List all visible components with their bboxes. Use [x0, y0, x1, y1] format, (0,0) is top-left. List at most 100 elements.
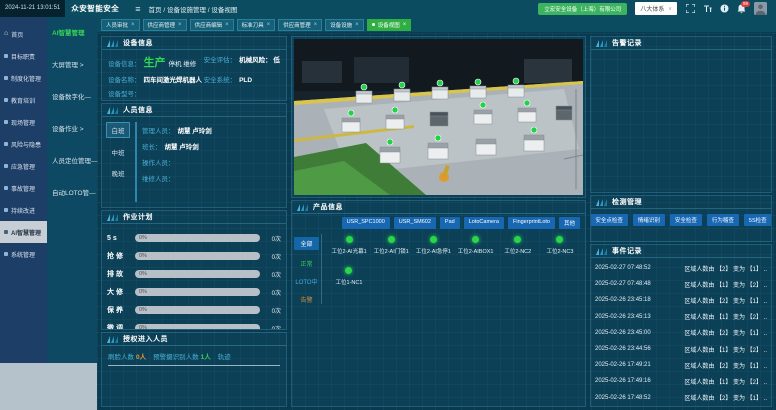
submenu-item-ai-smart-mgmt[interactable]: AI智慧管理 [47, 27, 97, 59]
panel-header: 人员信息 [102, 104, 286, 116]
company-badge: 立宏安全设备（上海）有限公司 [538, 3, 627, 15]
event-row[interactable]: 2025-02-26 23:45:18区域人数由 【2】 变为 【1】 .. [595, 292, 767, 308]
button-lotocamera[interactable]: LotoCamera [464, 217, 504, 229]
tab-supplier-mgmt-1[interactable]: 供应商管理× [143, 19, 187, 31]
tab-close-icon[interactable]: × [178, 22, 182, 28]
sidebar-item-accidents[interactable]: 事故管理 [0, 177, 47, 199]
button-usr-spc1000[interactable]: USR_SPC1000 [342, 217, 390, 229]
fullscreen-icon[interactable] [686, 4, 695, 13]
tab-close-icon[interactable]: × [403, 22, 407, 28]
menu-bullet-icon [4, 164, 8, 168]
tab-device-facility[interactable]: 设备设施× [325, 19, 364, 31]
filter-loto[interactable]: LOTO中 [295, 277, 317, 286]
progress-count: 0次 [265, 252, 281, 261]
event-text: 区域人数由 【2】 变为 【1】 .. [684, 264, 767, 273]
shift-middle-button[interactable]: 中班 [106, 145, 130, 159]
sidebar-footer-panel [0, 363, 97, 410]
button-5s-check[interactable]: 5S检查 [744, 214, 771, 226]
trajectory-link[interactable]: 轨迹 [218, 351, 231, 361]
event-row[interactable]: 2025-02-26 17:49:21区域人数由 【2】 变为 【1】 .. [595, 357, 767, 373]
filter-all[interactable]: 全部 [294, 237, 318, 250]
device-item[interactable]: 工位2-NC3 [539, 236, 581, 255]
submenu-item-personnel-location[interactable]: 人员定位管理— [47, 155, 97, 187]
shift-day-button[interactable]: 白班 [106, 122, 130, 138]
tab-close-icon[interactable]: × [267, 22, 271, 28]
button-emotion-recognition[interactable]: 情绪识别 [633, 214, 665, 226]
submenu-item-bigscreen[interactable]: 大屏管理 > [47, 59, 97, 91]
status-dot-green-icon [346, 236, 353, 243]
button-pad[interactable]: Pad [440, 217, 460, 229]
device-status-extra: 停机 维修 [169, 58, 197, 68]
personnel-value: 胡慧 卢玲剑 [165, 141, 199, 151]
progress-percent: 0% [139, 235, 147, 241]
sidebar-item-targets[interactable]: 目标职责 [0, 45, 47, 67]
event-row[interactable]: 2025-02-26 23:45:00区域人数由 【2】 变为 【1】 .. [595, 325, 767, 341]
tab-close-icon[interactable]: × [314, 22, 318, 28]
tab-personnel-approval[interactable]: 人员审批× [101, 19, 140, 31]
factory-3d-view[interactable] [294, 39, 583, 195]
device-item[interactable]: 工位2-AI门锁1 [370, 236, 412, 255]
button-other[interactable]: 其他 [559, 217, 580, 229]
submenu-item-device-digital[interactable]: 设备数字化— [47, 91, 97, 123]
sidebar-item-ai-smart-mgmt[interactable]: AI智慧管理 [0, 221, 47, 243]
safety-system-value: PLD [239, 77, 252, 84]
tab-device-view-active[interactable]: 设备视图× [367, 19, 412, 31]
personnel-label: 维修人员： [142, 173, 175, 183]
shift-night-button[interactable]: 晚班 [106, 166, 130, 180]
breadcrumb[interactable]: 首页 / 设备设施管理 / 设备视图 [149, 4, 238, 14]
sidebar-item-institutional[interactable]: 制度化管理 [0, 67, 47, 89]
event-row[interactable]: 2025-02-26 23:45:13区域人数由 【1】 变为 【2】 .. [595, 309, 767, 325]
event-row[interactable]: 2025-02-26 17:49:16区域人数由 【1】 变为 【2】 .. [595, 373, 767, 389]
info-icon[interactable] [720, 4, 729, 13]
event-row[interactable]: 2025-02-27 07:48:52区域人数由 【2】 变为 【1】 .. [595, 260, 767, 276]
sidebar-item-site-mgmt[interactable]: 现场管理 [0, 111, 47, 133]
event-row[interactable]: 2025-02-26 17:48:52区域人数由 【2】 变为 【1】 .. [595, 390, 767, 406]
sidebar-item-emergency[interactable]: 应急管理 [0, 155, 47, 177]
event-row[interactable]: 2025-02-27 07:48:48区域人数由 【1】 变为 【2】 .. [595, 276, 767, 292]
tab-close-icon[interactable]: × [355, 22, 359, 28]
event-text: 区域人数由 【2】 变为 【1】 .. [684, 393, 767, 402]
system-select[interactable]: 八大体系 ∨ [635, 2, 677, 15]
event-time: 2025-02-26 23:45:18 [595, 297, 651, 303]
camera-recognized-label: 预警摄识别人数 [153, 351, 199, 361]
button-behavior-audit[interactable]: 行为稽查 [707, 214, 739, 226]
button-usr-sm602[interactable]: USR_SM602 [394, 217, 436, 229]
device-item[interactable]: 工位2-AIBOX1 [455, 236, 497, 255]
active-tab-dot-icon [372, 23, 375, 26]
notification-bell-icon[interactable]: 99 [737, 4, 746, 14]
filter-alarm[interactable]: 告警 [300, 295, 312, 304]
device-item[interactable]: 工位2-NC2 [497, 236, 539, 255]
tab-supplier-edit[interactable]: 供应商编辑× [190, 19, 234, 31]
tab-standard-tools[interactable]: 标准刀具× [237, 19, 276, 31]
device-item[interactable]: 工位2-AI急停1 [412, 236, 454, 255]
user-avatar[interactable] [754, 2, 767, 15]
hamburger-menu-icon[interactable]: ≡ [135, 4, 140, 14]
device-item[interactable]: 工位1-NC1 [328, 267, 370, 286]
tab-close-icon[interactable]: × [131, 22, 135, 28]
tab-supplier-mgmt-2[interactable]: 供应商管理× [278, 19, 322, 31]
sidebar-item-improvement[interactable]: 持续改进 [0, 199, 47, 221]
panel-title: 告警记录 [612, 38, 642, 48]
device-item[interactable]: 工位2-AI光幕1 [328, 236, 370, 255]
sidebar-item-training[interactable]: 教育培训 [0, 89, 47, 111]
button-safety-check[interactable]: 安全检查 [670, 214, 702, 226]
work-plan-label: 抢 修 [107, 251, 135, 261]
event-row[interactable]: 2025-02-26 23:44:56区域人数由 【1】 变为 【2】 .. [595, 341, 767, 357]
tab-close-icon[interactable]: × [225, 22, 229, 28]
menu-bullet-icon [4, 98, 8, 102]
panel-title: 检测管理 [612, 197, 642, 207]
button-safety-point-check[interactable]: 安全点检查 [591, 214, 628, 226]
tab-label: 供应商管理 [283, 21, 311, 29]
submenu-item-device-work[interactable]: 设备作业 > [47, 123, 97, 155]
sidebar-item-risk[interactable]: 风险与隐患 [0, 133, 47, 155]
progress-percent: 0% [139, 307, 147, 313]
panel-title: 作业计划 [123, 212, 153, 222]
filter-normal[interactable]: 正常 [300, 259, 312, 268]
menu-bullet-icon [4, 120, 8, 124]
submenu-item-auto-loto[interactable]: 自动LOTO管— [47, 187, 97, 219]
sidebar-item-system-mgmt[interactable]: 系统管理 [0, 243, 47, 265]
text-size-icon[interactable] [703, 4, 712, 13]
button-fingerprintloto[interactable]: FingerprintLoto [508, 217, 555, 229]
sidebar-item-label: 持续改进 [11, 206, 35, 215]
sidebar-item-home[interactable]: ⌂ 首页 [0, 23, 47, 45]
